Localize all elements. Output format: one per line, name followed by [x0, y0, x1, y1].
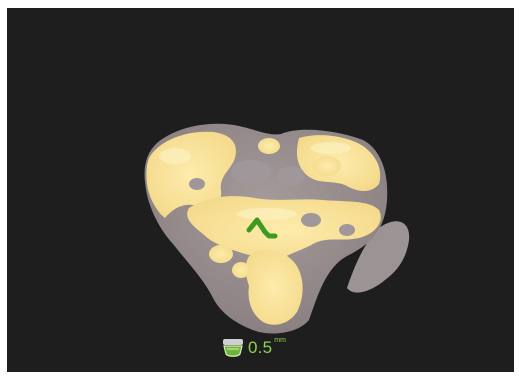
anatomical-surface-model[interactable] — [7, 8, 514, 372]
depth-unit: mm — [274, 336, 286, 344]
3d-viewport[interactable]: 0.5 mm — [7, 8, 514, 372]
depth-status-bar: 0.5 mm — [222, 335, 288, 361]
depth-value: 0.5 — [248, 338, 273, 357]
depth-layer-icon[interactable] — [222, 337, 244, 359]
